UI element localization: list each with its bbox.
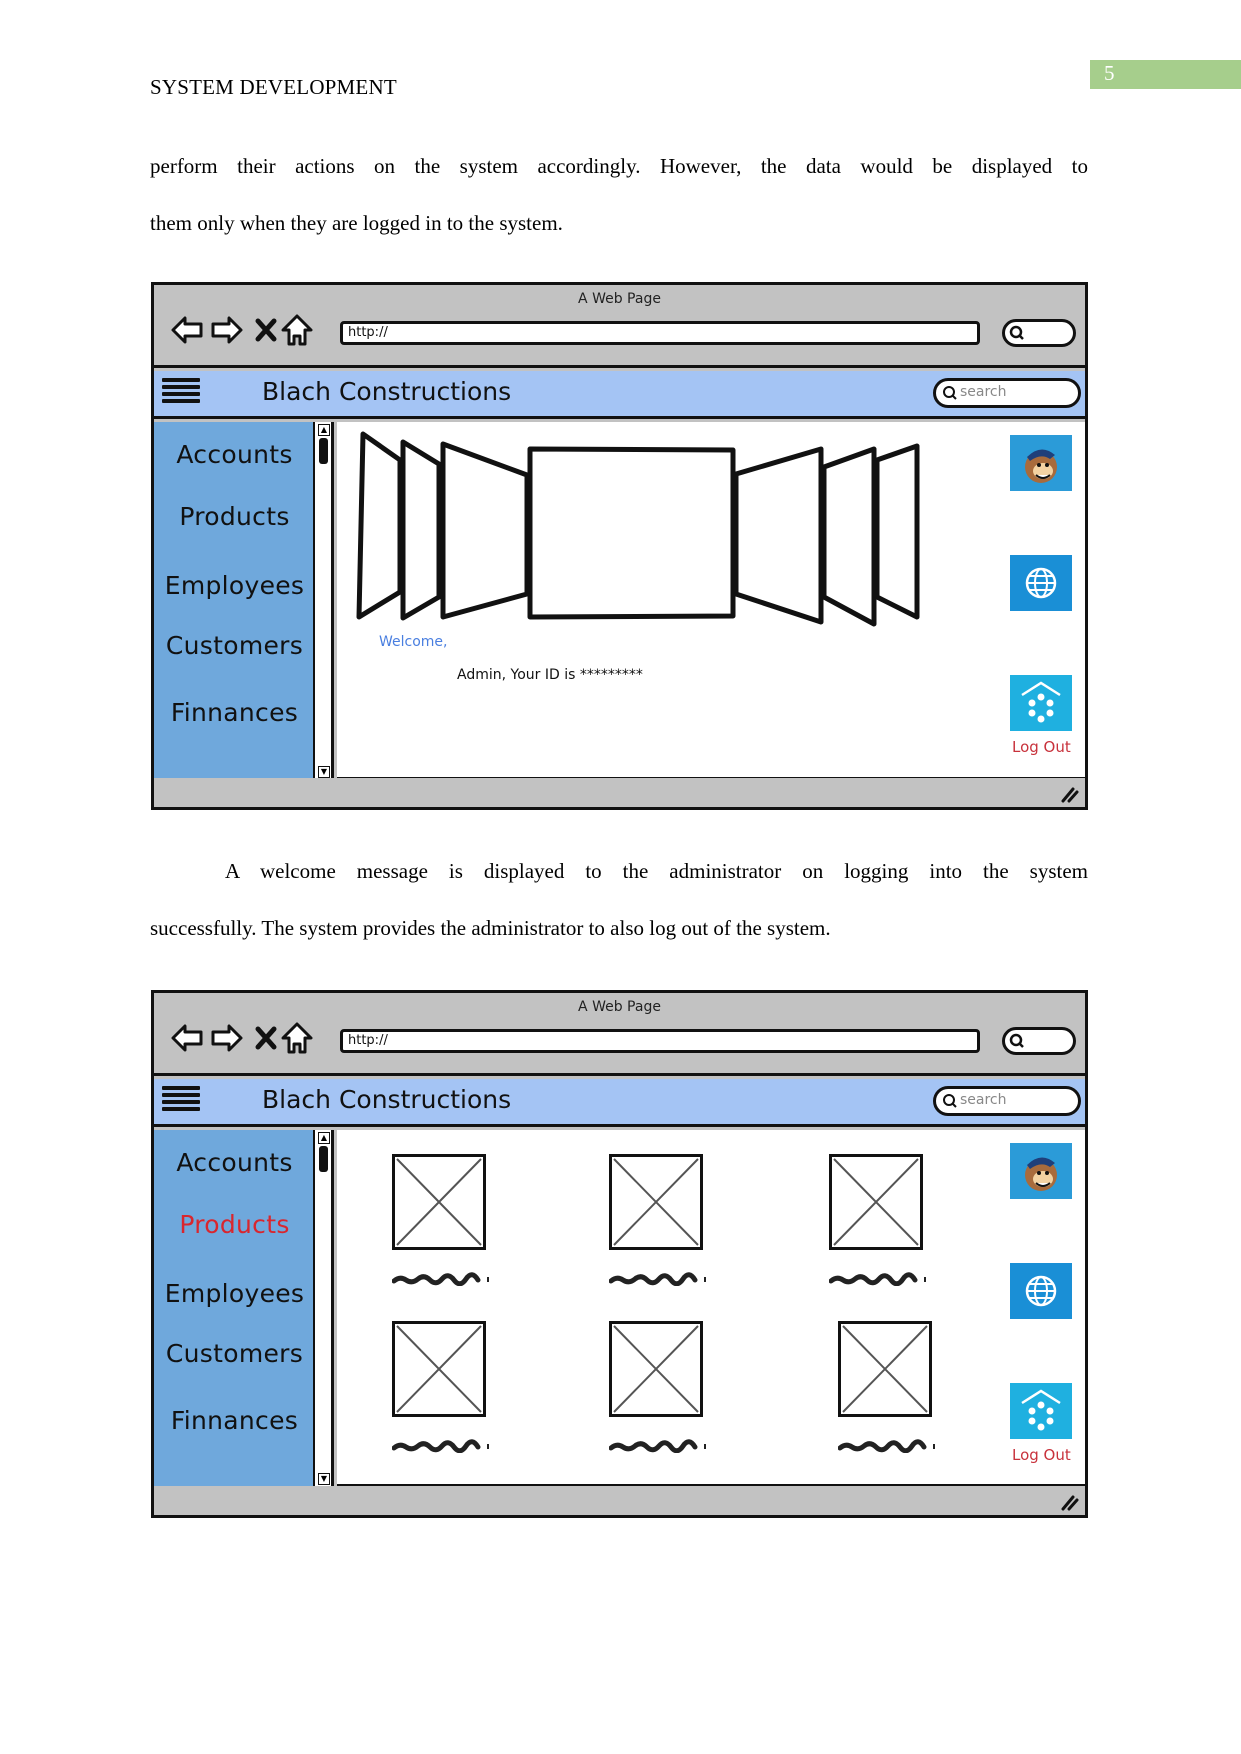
page-number-badge: 5 xyxy=(1090,60,1241,89)
browser-search-box[interactable] xyxy=(1002,319,1076,347)
status-bar xyxy=(154,778,1085,807)
apps-icon[interactable] xyxy=(1010,1383,1072,1439)
window-title: A Web Page xyxy=(578,291,661,307)
hamburger-menu-icon[interactable] xyxy=(162,378,200,410)
paragraph-line: perform their actions on the system acco… xyxy=(150,154,1088,178)
carousel-slide-left-3 xyxy=(356,431,403,620)
sidebar-item-accounts[interactable]: Accounts xyxy=(154,440,315,469)
product-image-placeholder[interactable] xyxy=(838,1321,932,1417)
apps-icon[interactable] xyxy=(1010,675,1072,731)
search-icon xyxy=(1009,325,1024,340)
scroll-thumb[interactable] xyxy=(319,438,328,464)
home-icon[interactable] xyxy=(280,313,314,347)
product-caption-scribble xyxy=(838,1439,935,1453)
sidebar-scrollbar[interactable]: ▲ ▼ xyxy=(315,422,334,780)
back-arrow-icon[interactable] xyxy=(170,313,204,347)
paragraph-line: successfully. The system provides the ad… xyxy=(150,916,831,940)
browser-chrome: A Web Page http:// xyxy=(154,285,1085,368)
admin-id-message: Admin, Your ID is ********* xyxy=(457,667,643,683)
sidebar-scrollbar[interactable]: ▲ ▼ xyxy=(315,1130,334,1487)
search-icon xyxy=(1009,1033,1024,1048)
sidebar-item-products[interactable]: Products xyxy=(154,502,315,531)
sidebar-item-finnances[interactable]: Finnances xyxy=(154,1406,315,1435)
scroll-up-arrow-icon[interactable]: ▲ xyxy=(318,424,330,436)
browser-search-box[interactable] xyxy=(1002,1027,1076,1055)
sidebar-item-employees[interactable]: Employees xyxy=(154,571,315,600)
logout-link[interactable]: Log Out xyxy=(1012,1446,1071,1464)
sidebar-item-employees[interactable]: Employees xyxy=(154,1279,315,1308)
logout-link[interactable]: Log Out xyxy=(1012,738,1071,756)
paragraph-line: them only when they are logged in to the… xyxy=(150,211,563,235)
stop-x-icon[interactable] xyxy=(250,313,284,347)
search-placeholder: search xyxy=(960,1092,1007,1108)
app-header: Blach Constructions search xyxy=(154,1079,1085,1127)
carousel-slide-left-1 xyxy=(440,441,530,620)
sidebar-nav: Accounts Products Employees Customers Fi… xyxy=(154,422,315,780)
mailchimp-icon[interactable] xyxy=(1010,435,1072,491)
globe-icon[interactable] xyxy=(1010,1263,1072,1319)
welcome-message: Welcome, xyxy=(379,634,448,650)
wireframe-products-screen: A Web Page http:// Blach Constructions s… xyxy=(151,990,1088,1518)
product-image-placeholder[interactable] xyxy=(392,1321,486,1417)
carousel-slide-right-1 xyxy=(733,446,824,625)
forward-arrow-icon[interactable] xyxy=(210,313,244,347)
wireframe-welcome-screen: A Web Page http:// Blach Constructions s… xyxy=(151,282,1088,810)
app-title: Blach Constructions xyxy=(262,377,512,406)
window-title: A Web Page xyxy=(578,999,661,1015)
sidebar-nav: Accounts Products Employees Customers Fi… xyxy=(154,1130,315,1487)
carousel-slide-center xyxy=(527,446,736,620)
hamburger-menu-icon[interactable] xyxy=(162,1086,200,1118)
product-image-placeholder[interactable] xyxy=(829,1154,923,1250)
product-caption-scribble xyxy=(829,1272,926,1286)
mailchimp-icon[interactable] xyxy=(1010,1143,1072,1199)
search-icon xyxy=(943,386,957,400)
scroll-down-arrow-icon[interactable]: ▼ xyxy=(318,1473,330,1485)
app-title: Blach Constructions xyxy=(262,1085,512,1114)
home-icon[interactable] xyxy=(280,1021,314,1055)
main-content: Welcome, Admin, Your ID is ********* Log… xyxy=(337,422,1085,780)
running-header: SYSTEM DEVELOPMENT xyxy=(150,75,397,99)
product-image-placeholder[interactable] xyxy=(392,1154,486,1250)
url-bar[interactable]: http:// xyxy=(340,1029,980,1053)
product-caption-scribble xyxy=(609,1272,706,1286)
paragraph-2: A welcome message is displayed to the ad… xyxy=(150,843,1088,957)
paragraph-1: perform their actions on the system acco… xyxy=(150,138,1088,252)
back-arrow-icon[interactable] xyxy=(170,1021,204,1055)
product-caption-scribble xyxy=(609,1439,706,1453)
search-icon xyxy=(943,1094,957,1108)
app-search-input[interactable]: search xyxy=(933,378,1081,408)
status-bar xyxy=(154,1486,1085,1515)
carousel-slide-right-2 xyxy=(821,446,877,627)
app-search-input[interactable]: search xyxy=(933,1086,1081,1116)
carousel-slide-left-2 xyxy=(400,439,442,621)
product-image-placeholder[interactable] xyxy=(609,1154,703,1250)
resize-grip-icon[interactable] xyxy=(1059,785,1079,803)
sidebar-item-customers[interactable]: Customers xyxy=(154,631,315,660)
sidebar-item-finnances[interactable]: Finnances xyxy=(154,698,315,727)
sidebar-item-accounts[interactable]: Accounts xyxy=(154,1148,315,1177)
scroll-thumb[interactable] xyxy=(319,1146,328,1172)
paragraph-line: A welcome message is displayed to the ad… xyxy=(225,859,1088,883)
product-image-placeholder[interactable] xyxy=(609,1321,703,1417)
sidebar-item-customers[interactable]: Customers xyxy=(154,1339,315,1368)
product-caption-scribble xyxy=(392,1272,489,1286)
forward-arrow-icon[interactable] xyxy=(210,1021,244,1055)
scroll-up-arrow-icon[interactable]: ▲ xyxy=(318,1132,330,1144)
stop-x-icon[interactable] xyxy=(250,1021,284,1055)
globe-icon[interactable] xyxy=(1010,555,1072,611)
carousel-slide-right-3 xyxy=(874,443,920,620)
resize-grip-icon[interactable] xyxy=(1059,1493,1079,1511)
product-caption-scribble xyxy=(392,1439,489,1453)
sidebar-item-products[interactable]: Products xyxy=(154,1210,315,1239)
search-placeholder: search xyxy=(960,384,1007,400)
browser-chrome: A Web Page http:// xyxy=(154,993,1085,1076)
url-bar[interactable]: http:// xyxy=(340,321,980,345)
scroll-down-arrow-icon[interactable]: ▼ xyxy=(318,766,330,778)
main-content: Log Out xyxy=(337,1130,1085,1487)
page-number: 5 xyxy=(1104,61,1115,85)
app-header: Blach Constructions search xyxy=(154,371,1085,419)
